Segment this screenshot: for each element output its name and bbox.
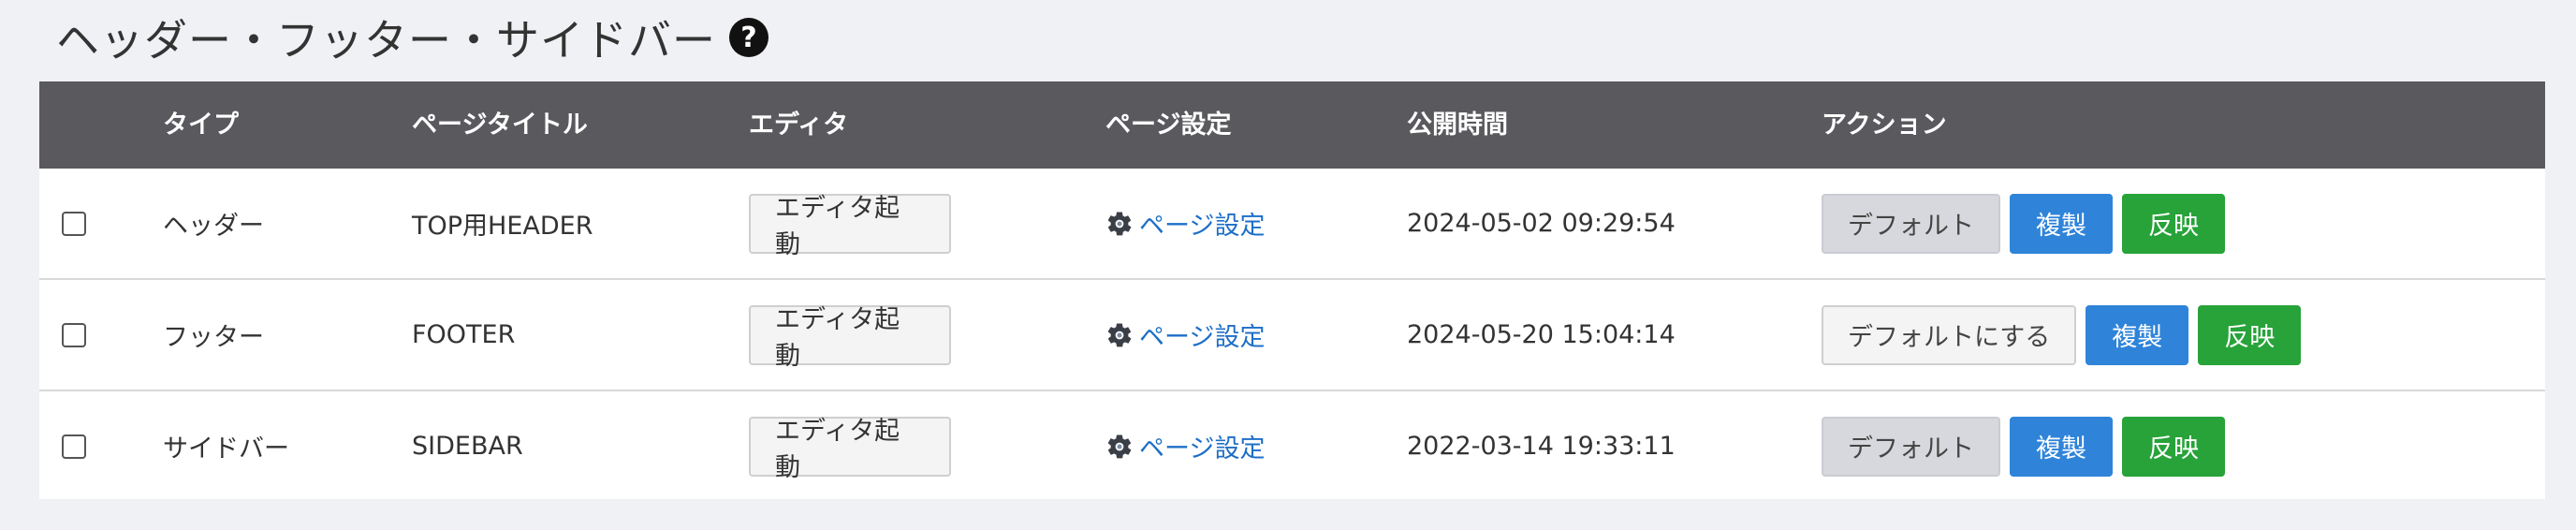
table-row: ヘッダー TOP用HEADER エディタ起動 ページ設定 2024-05-02 … [39,169,2545,280]
set-default-button[interactable]: デフォルトにする [1822,304,2077,365]
editor-cell: エディタ起動 [749,280,951,390]
title-row: ヘッダー・フッター・サイドバー ? [56,7,768,67]
type-cell: サイドバー [163,434,289,464]
editor-cell: エディタ起動 [749,391,951,501]
settings-cell: ページ設定 [1105,391,1265,501]
duplicate-button[interactable]: 複製 [2010,193,2113,254]
page-settings-label: ページ設定 [1139,434,1266,464]
row-checkbox[interactable] [62,322,86,347]
publish-time-cell: 2024-05-20 15:04:14 [1407,320,1676,349]
page-settings-link[interactable]: ページ設定 [1105,317,1265,353]
default-button[interactable]: デフォルト [1822,416,2000,477]
gear-icon [1107,322,1132,346]
table-header: タイプ ページタイトル エディタ ページ設定 公開時間 アクション [39,81,2545,169]
duplicate-button[interactable]: 複製 [2010,416,2113,477]
apply-button[interactable]: 反映 [2198,304,2302,365]
column-header-actions: アクション [1822,110,1947,140]
column-header-page-settings: ページ設定 [1105,110,1232,140]
default-button[interactable]: デフォルト [1822,193,2000,254]
column-header-publish-time: 公開時間 [1407,110,1508,140]
publish-time-cell: 2024-05-02 09:29:54 [1407,209,1676,238]
row-select-cell [62,280,86,390]
type-cell: ヘッダー [163,212,264,241]
column-header-page-title: ページタイトル [412,110,588,140]
launch-editor-button[interactable]: エディタ起動 [749,193,951,259]
apply-button[interactable]: 反映 [2122,193,2225,254]
page-title-cell: SIDEBAR [412,432,523,461]
column-header-type: タイプ [163,110,239,140]
page-settings-label: ページ設定 [1139,212,1266,241]
page-settings-link[interactable]: ページ設定 [1105,428,1265,464]
page: ヘッダー・フッター・サイドバー ? タイプ ページタイトル エディタ ページ設定… [0,0,2576,530]
actions-cell: デフォルト 複製 反映 [1822,391,2225,501]
page-settings-label: ページ設定 [1139,323,1266,352]
page-title: ヘッダー・フッター・サイドバー [56,15,716,66]
duplicate-button[interactable]: 複製 [2086,304,2189,365]
question-circle-icon[interactable]: ? [729,18,768,57]
settings-cell: ページ設定 [1105,169,1265,278]
column-header-editor: エディタ [749,110,849,140]
gear-icon [1107,434,1132,458]
settings-cell: ページ設定 [1105,280,1265,390]
actions-cell: デフォルトにする 複製 反映 [1822,280,2302,390]
type-cell: フッター [163,323,264,352]
editor-cell: エディタ起動 [749,169,951,278]
table: タイプ ページタイトル エディタ ページ設定 公開時間 アクション ヘッダー T… [39,81,2545,499]
page-settings-link[interactable]: ページ設定 [1105,205,1265,242]
launch-editor-button[interactable]: エディタ起動 [749,304,951,371]
row-select-cell [62,169,86,278]
page-title-cell: FOOTER [412,320,516,349]
table-row: サイドバー SIDEBAR エディタ起動 ページ設定 2022-03-14 19… [39,391,2545,501]
row-select-cell [62,391,86,501]
page-title-cell: TOP用HEADER [412,212,593,241]
launch-editor-button[interactable]: エディタ起動 [749,416,951,482]
row-checkbox[interactable] [62,211,86,236]
apply-button[interactable]: 反映 [2122,416,2225,477]
publish-time-cell: 2022-03-14 19:33:11 [1407,432,1676,461]
row-checkbox[interactable] [62,434,86,459]
gear-icon [1107,211,1132,235]
actions-cell: デフォルト 複製 反映 [1822,169,2225,278]
table-row: フッター FOOTER エディタ起動 ページ設定 2024-05-20 15:0… [39,280,2545,391]
